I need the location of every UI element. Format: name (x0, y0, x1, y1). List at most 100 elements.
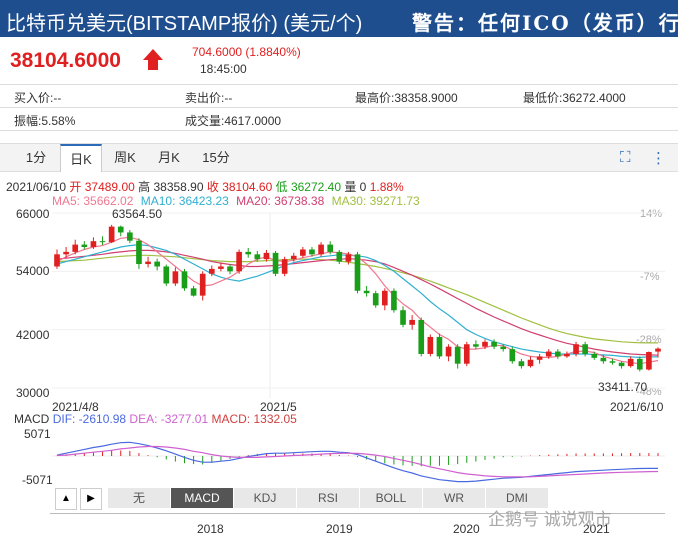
candle-body (108, 226, 115, 243)
tab-1min[interactable]: 1分 (20, 144, 52, 171)
candle-body (336, 251, 343, 262)
candle-body (127, 232, 133, 241)
candle-body (636, 358, 643, 370)
candle-body (272, 252, 279, 274)
trough-annotation: 33411.70 (598, 380, 648, 394)
candle-body (136, 240, 142, 265)
candle-body (591, 353, 598, 358)
year-tick: 2019 (326, 522, 353, 536)
ohlc-open: 开 37489.00 (69, 180, 135, 194)
quote-time: 18:45:00 (200, 62, 247, 76)
indicator-tab-boll[interactable]: BOLL (360, 488, 423, 508)
macd-dea: DEA: -3277.01 (129, 412, 209, 426)
candle-body (300, 249, 306, 256)
candle-body (81, 244, 88, 248)
title-bar: 比特币兑美元(BITSTAMP报价) (美元/个) 警告：任何ICO（发币）行 (0, 0, 678, 37)
year-tick: 2020 (453, 522, 480, 536)
candle-body (646, 352, 652, 370)
candle-body (327, 244, 334, 252)
tab-weekly[interactable]: 周K (108, 144, 142, 171)
volume: 成交量:4617.0000 (185, 114, 282, 128)
candle-body (190, 288, 197, 296)
candle-body (72, 244, 79, 252)
ohlc-high: 高 38358.90 (138, 180, 204, 194)
candle-body (527, 359, 534, 367)
ohlc-pct: 1.88% (369, 180, 404, 194)
amplitude: 振幅:5.58% (14, 114, 76, 128)
more-vertical-icon[interactable]: ⋮ (651, 149, 666, 167)
macd-value: MACD: 1332.05 (211, 412, 297, 426)
candle-body (573, 344, 579, 354)
current-price: 38104.6000 (10, 49, 121, 72)
candle-body (555, 351, 561, 357)
candle-body (564, 353, 570, 357)
candle-body (145, 261, 151, 265)
candle-body (491, 341, 497, 347)
candle-body (254, 254, 261, 260)
candle-body (463, 344, 470, 364)
candle-body (473, 344, 479, 347)
candle-body (290, 255, 297, 260)
candle-body (609, 361, 616, 363)
year-tick: 2018 (197, 522, 224, 536)
candle-body (199, 273, 206, 296)
candle-body (172, 271, 179, 284)
stats-row-2: 振幅:5.58% 成交量:4617.0000 (0, 107, 678, 131)
indicator-tab-wr[interactable]: WR (423, 488, 486, 508)
candle-body (545, 351, 552, 357)
candle-body (363, 290, 370, 294)
candle-body (117, 226, 124, 233)
macd-label: MACD (14, 412, 50, 426)
candle-body (154, 261, 160, 267)
fullscreen-icon[interactable]: ⛶ (620, 149, 631, 166)
candle-body (436, 336, 443, 357)
tab-daily[interactable]: 日K (60, 144, 102, 172)
ask-price: 卖出价:-- (185, 91, 233, 105)
indicator-tab-none[interactable]: 无 (108, 488, 171, 508)
candle-body (281, 259, 288, 274)
candle-body (518, 361, 525, 367)
period-toolbar: 1分 日K 周K 月K 15分 ⛶ ⋮ (0, 143, 678, 172)
candle-body (618, 362, 625, 367)
candle-body (372, 293, 379, 306)
candle-body (263, 252, 270, 260)
candle-body (345, 254, 352, 262)
dif-line (56, 441, 658, 483)
macd-legend: MACD DIF: -2610.98 DEA: -3277.01 MACD: 1… (14, 412, 297, 426)
candle-body (500, 346, 507, 350)
tab-15min[interactable]: 15分 (196, 144, 236, 171)
candle-body (163, 266, 170, 284)
candle-body (309, 249, 315, 255)
candle-body (227, 266, 233, 272)
page-title: 比特币兑美元(BITSTAMP报价) (美元/个) (6, 13, 363, 35)
ohlc-info: 2021/06/10 开 37489.00 高 38358.90 收 38104… (6, 178, 404, 195)
candle-body (245, 251, 252, 255)
candle-body (582, 344, 588, 354)
candle-body (627, 358, 634, 367)
candle-body (427, 336, 434, 354)
watermark: 企鹅号 诚说观市 (488, 510, 612, 529)
candle-body (391, 290, 397, 311)
candle-body (418, 319, 425, 354)
candle-body (99, 241, 106, 243)
candle-body (54, 254, 60, 267)
candle-body (181, 271, 188, 289)
candle-body (381, 290, 388, 306)
candle-body (409, 319, 415, 325)
candle-body (454, 346, 461, 364)
candle-body (536, 356, 543, 360)
tab-monthly[interactable]: 月K (152, 144, 186, 171)
candlestick-chart[interactable] (0, 205, 678, 410)
peak-annotation: 63564.50 (112, 207, 163, 221)
candle-body (90, 241, 97, 248)
indicator-tab-kdj[interactable]: KDJ (234, 488, 297, 508)
indicator-tab-macd[interactable]: MACD (171, 488, 234, 508)
candle-body (600, 357, 607, 362)
price-change: 704.6000 (1.8840%) (192, 45, 301, 59)
quote-panel: 38104.6000 704.6000 (1.8840%) 18:45:00 (0, 37, 678, 84)
macd-chart[interactable] (0, 428, 678, 484)
candle-body (655, 348, 661, 352)
indicator-tab-rsi[interactable]: RSI (297, 488, 360, 508)
candle-body (509, 349, 516, 362)
candle-body (218, 266, 224, 269)
